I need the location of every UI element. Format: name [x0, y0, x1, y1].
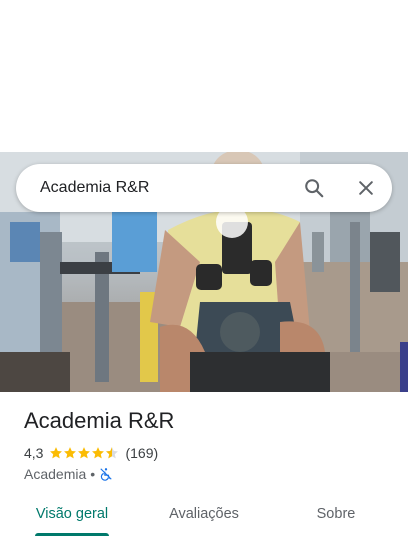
category-row: Academia •: [24, 465, 113, 483]
place-category: Academia: [24, 466, 87, 482]
active-tab-indicator: [35, 533, 109, 536]
separator: •: [90, 466, 96, 482]
star-full-icon: [64, 447, 77, 459]
star-full-icon: [92, 447, 105, 459]
star-full-icon: [50, 447, 63, 459]
place-title: Academia R&R: [24, 408, 175, 433]
not-accessible-icon: [100, 468, 112, 481]
close-icon: [359, 181, 373, 195]
close-button[interactable]: [354, 176, 378, 200]
search-button[interactable]: [302, 176, 326, 200]
search-input[interactable]: Academia R&R: [40, 164, 149, 212]
tab-overview[interactable]: Visão geral: [26, 492, 118, 536]
star-full-icon: [78, 447, 91, 459]
place-tabs: Visão geral Avaliações Sobre: [0, 492, 408, 544]
star-half-icon: [106, 447, 119, 459]
search-bar[interactable]: Academia R&R: [16, 164, 392, 212]
tab-about[interactable]: Sobre: [300, 492, 372, 536]
reviews-count[interactable]: (169): [125, 445, 158, 461]
tab-reviews[interactable]: Avaliações: [158, 492, 250, 536]
rating-value: 4,3: [24, 445, 44, 461]
search-icon: [305, 179, 324, 198]
star-rating: [49, 446, 119, 460]
rating-row[interactable]: 4,3 (169): [24, 444, 158, 462]
